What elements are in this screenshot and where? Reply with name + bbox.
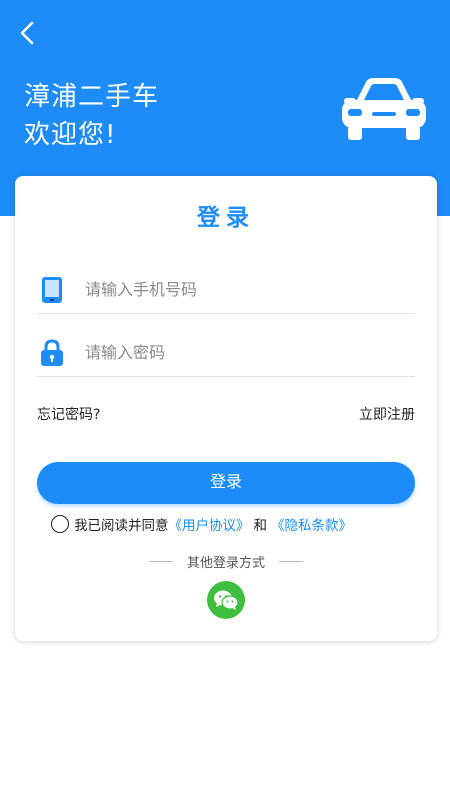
password-input[interactable] [85, 343, 385, 362]
phone-icon [39, 275, 65, 305]
wechat-login-button[interactable] [207, 581, 245, 619]
agree-checkbox[interactable] [51, 515, 69, 533]
app-name: 漳浦二手车 [24, 82, 160, 112]
login-title: 登录 [197, 205, 255, 231]
privacy-policy-link[interactable]: 《隐私条款》 [271, 514, 352, 534]
agreement-and: 和 [253, 518, 268, 534]
phone-input[interactable] [85, 280, 385, 299]
chevron-left-icon [20, 21, 34, 45]
car-icon [342, 78, 426, 140]
welcome-greeting: 欢迎您! [24, 120, 117, 150]
welcome-text: 漳浦二手车 欢迎您! [24, 78, 159, 154]
password-field [37, 329, 415, 377]
forgot-password-link[interactable]: 忘记密码? [37, 404, 100, 424]
login-button[interactable]: 登录 [37, 462, 415, 504]
register-link[interactable]: 立即注册 [359, 404, 415, 424]
login-card: 登录 忘记密码? 立即注册 登录 我已阅读并同意 [15, 176, 437, 641]
wechat-icon [214, 590, 239, 610]
back-button[interactable] [12, 18, 42, 48]
other-login-divider: 其他登录方式 [15, 552, 437, 571]
agreement-row: 我已阅读并同意 《用户协议》 和 《隐私条款》 [51, 513, 352, 535]
user-agreement-link[interactable]: 《用户协议》 [169, 514, 250, 534]
account-links: 忘记密码? 立即注册 [37, 404, 415, 424]
divider-line-right [279, 560, 303, 562]
lock-icon [39, 338, 65, 368]
other-login-label: 其他登录方式 [186, 555, 265, 571]
agreement-prefix: 我已阅读并同意 [74, 518, 169, 534]
divider-line-left [148, 560, 173, 562]
phone-field [37, 266, 415, 314]
